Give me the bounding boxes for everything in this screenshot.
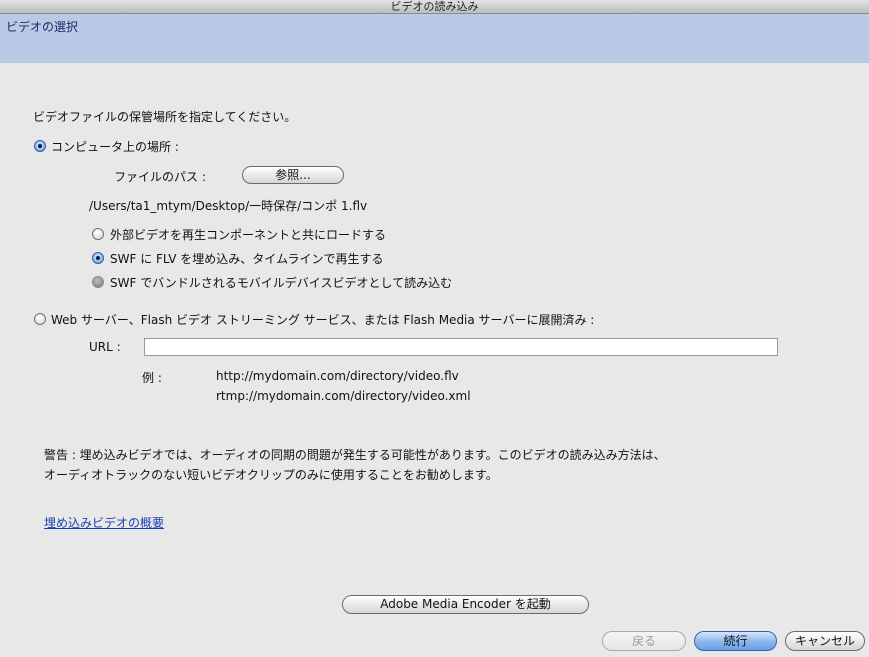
server-location-label: Web サーバー、Flash ビデオ ストリーミング サービス、または Flas… <box>51 313 595 327</box>
url-input[interactable] <box>144 338 778 356</box>
window-titlebar: ビデオの読み込み <box>0 0 869 14</box>
radio-option-mobile-device[interactable] <box>92 276 104 288</box>
option-embed-timeline-label: SWF に FLV を埋め込み、タイムラインで再生する <box>110 252 384 266</box>
about-embedded-video-link-wrap: 埋め込みビデオの概要 <box>44 514 164 531</box>
radio-option-embed-timeline[interactable] <box>92 252 104 264</box>
option-external-playback-label: 外部ビデオを再生コンポーネントと共にロードする <box>110 228 387 242</box>
warning-line-2: オーディオトラックのない短いビデオクリップのみに使用することをお勧めします。 <box>44 468 498 482</box>
radio-local-location[interactable] <box>34 140 46 152</box>
example-url-http: http://mydomain.com/directory/video.flv <box>216 369 459 383</box>
step-title: ビデオの選択 <box>6 20 79 34</box>
launch-encoder-button[interactable]: Adobe Media Encoder を起動 <box>342 595 589 614</box>
radio-option-external-playback[interactable] <box>92 228 104 240</box>
step-header <box>0 14 869 63</box>
window-title: ビデオの読み込み <box>390 0 479 13</box>
file-path-value: /Users/ta1_mtym/Desktop/一時保存/コンポ 1.flv <box>89 199 368 213</box>
continue-button[interactable]: 続行 <box>694 631 777 651</box>
file-path-label: ファイルのパス : <box>114 170 206 184</box>
option-mobile-device-label: SWF でバンドルされるモバイルデバイスビデオとして読み込む <box>110 276 453 290</box>
prompt-text: ビデオファイルの保管場所を指定してください。 <box>33 110 297 124</box>
url-label: URL : <box>89 340 121 354</box>
example-label: 例 : <box>142 371 162 385</box>
local-location-label: コンピュータ上の場所 : <box>51 140 179 154</box>
warning-line-1: 警告 : 埋め込みビデオでは、オーディオの同期の問題が発生する可能性があります。… <box>44 448 666 462</box>
cancel-button[interactable]: キャンセル <box>785 631 865 651</box>
back-button[interactable]: 戻る <box>602 631 686 651</box>
about-embedded-video-link[interactable]: 埋め込みビデオの概要 <box>44 516 164 530</box>
example-url-rtmp: rtmp://mydomain.com/directory/video.xml <box>216 389 471 403</box>
radio-server-location[interactable] <box>34 313 46 325</box>
browse-button[interactable]: 参照... <box>242 166 344 184</box>
